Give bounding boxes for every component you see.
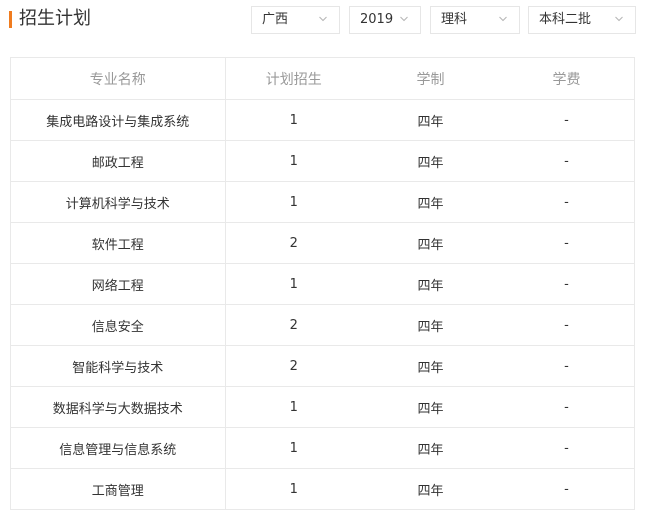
batch-select-value: 本科二批 (539, 12, 592, 27)
cell-major: 计算机科学与技术 (11, 181, 226, 223)
year-select-value: 2019 (360, 12, 394, 27)
cell-major: 网络工程 (11, 263, 226, 305)
cell-duration: 四年 (362, 99, 499, 141)
cell-major: 智能科学与技术 (11, 345, 226, 387)
table-row: 计算机科学与技术 1 四年 - (11, 181, 634, 223)
title-accent-bar (9, 11, 12, 28)
column-header-duration: 学制 (362, 58, 499, 100)
enrollment-plan-table: 专业名称 计划招生 学制 学费 集成电路设计与集成系统 1 四年 - 邮政工程 … (10, 57, 635, 510)
year-select[interactable]: 2019 (349, 6, 421, 34)
cell-duration: 四年 (362, 140, 499, 182)
plan-table: 专业名称 计划招生 学制 学费 集成电路设计与集成系统 1 四年 - 邮政工程 … (11, 58, 634, 509)
cell-plan: 2 (225, 345, 362, 387)
page-title: 招生计划 (19, 8, 91, 29)
chevron-down-icon (400, 16, 408, 22)
column-header-plan: 计划招生 (225, 58, 362, 100)
chevron-down-icon (499, 16, 507, 22)
table-row: 网络工程 1 四年 - (11, 263, 634, 305)
province-select-value: 广西 (262, 12, 289, 27)
cell-major: 邮政工程 (11, 140, 226, 182)
cell-major: 集成电路设计与集成系统 (11, 99, 226, 141)
cell-fee: - (499, 263, 634, 305)
cell-plan: 1 (225, 99, 362, 141)
cell-major: 数据科学与大数据技术 (11, 386, 226, 428)
cell-duration: 四年 (362, 304, 499, 346)
cell-plan: 1 (225, 181, 362, 223)
cell-fee: - (499, 304, 634, 346)
cell-duration: 四年 (362, 263, 499, 305)
cell-fee: - (499, 181, 634, 223)
chevron-down-icon (319, 16, 327, 22)
province-select[interactable]: 广西 (251, 6, 340, 34)
chevron-down-icon (615, 16, 623, 22)
section-header: 招生计划 广西 2019 理科 本科二批 (0, 0, 645, 44)
cell-plan: 1 (225, 140, 362, 182)
table-row: 软件工程 2 四年 - (11, 222, 634, 264)
cell-duration: 四年 (362, 386, 499, 428)
cell-fee: - (499, 222, 634, 264)
cell-duration: 四年 (362, 222, 499, 264)
cell-major: 信息安全 (11, 304, 226, 346)
cell-duration: 四年 (362, 181, 499, 223)
cell-plan: 2 (225, 222, 362, 264)
table-row: 邮政工程 1 四年 - (11, 140, 634, 182)
cell-major: 工商管理 (11, 468, 226, 509)
cell-fee: - (499, 386, 634, 428)
table-header-row: 专业名称 计划招生 学制 学费 (11, 58, 634, 100)
batch-select[interactable]: 本科二批 (528, 6, 636, 34)
table-row: 数据科学与大数据技术 1 四年 - (11, 386, 634, 428)
cell-plan: 1 (225, 263, 362, 305)
cell-fee: - (499, 99, 634, 141)
cell-fee: - (499, 427, 634, 469)
cell-major: 软件工程 (11, 222, 226, 264)
table-row: 信息管理与信息系统 1 四年 - (11, 427, 634, 469)
table-row: 智能科学与技术 2 四年 - (11, 345, 634, 387)
table-row: 工商管理 1 四年 - (11, 468, 634, 509)
column-header-fee: 学费 (499, 58, 634, 100)
table-row: 集成电路设计与集成系统 1 四年 - (11, 99, 634, 141)
table-row: 信息安全 2 四年 - (11, 304, 634, 346)
subject-select[interactable]: 理科 (430, 6, 520, 34)
cell-fee: - (499, 345, 634, 387)
cell-duration: 四年 (417, 483, 444, 499)
subject-select-value: 理科 (441, 12, 468, 27)
cell-plan: 1 (289, 481, 298, 497)
cell-plan: 1 (225, 427, 362, 469)
column-header-major: 专业名称 (11, 58, 226, 100)
cell-plan: 1 (225, 386, 362, 428)
cell-major: 信息管理与信息系统 (11, 427, 226, 469)
cell-duration: 四年 (362, 345, 499, 387)
cell-duration: 四年 (362, 427, 499, 469)
cell-plan: 2 (225, 304, 362, 346)
cell-fee: - (499, 140, 634, 182)
cell-fee: - (564, 481, 569, 497)
